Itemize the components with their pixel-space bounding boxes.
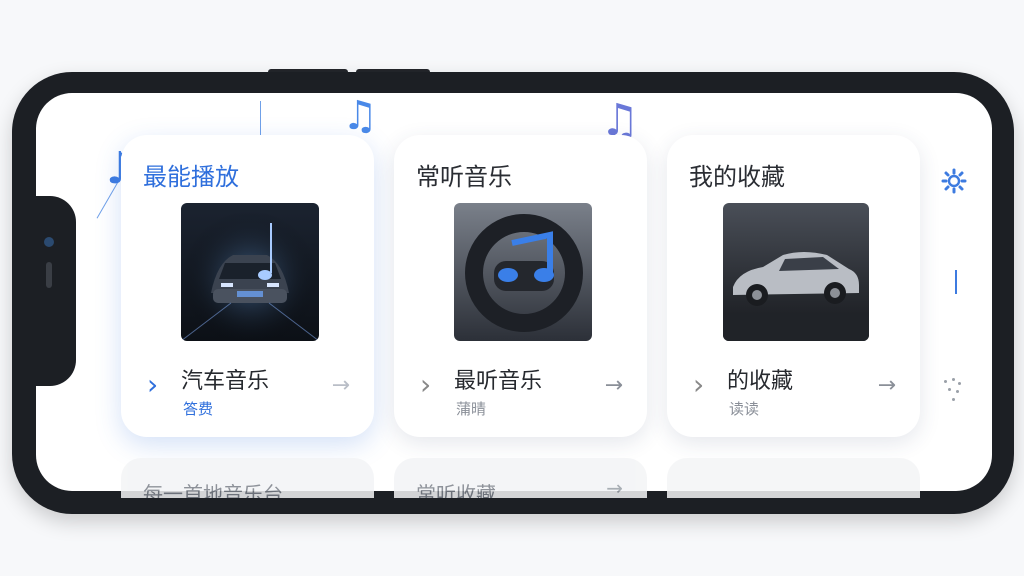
arrow-right-icon[interactable]: → bbox=[605, 375, 623, 397]
card-partial[interactable]: 常听收藏 → bbox=[394, 458, 647, 498]
chevron-right-icon[interactable]: › bbox=[420, 371, 431, 399]
music-note-icon: ♫ bbox=[342, 93, 378, 139]
decorative-line bbox=[260, 101, 261, 137]
arrow-right-icon[interactable]: → bbox=[878, 375, 896, 397]
camera-notch bbox=[26, 196, 76, 386]
chevron-right-icon[interactable]: › bbox=[693, 371, 704, 399]
card-title: 常听收藏 bbox=[416, 482, 496, 498]
album-cover[interactable] bbox=[181, 203, 319, 341]
card-recent-play[interactable]: 最能播放 › 汽车音乐 答费 → bbox=[121, 135, 374, 437]
card-title: 我的收藏 bbox=[689, 163, 785, 191]
item-subtitle: 读读 bbox=[729, 400, 760, 418]
item-label: 汽车音乐 bbox=[181, 369, 270, 394]
arrow-right-icon[interactable]: → bbox=[332, 375, 350, 397]
card-my-favorites[interactable]: 我的收藏 › 的收藏 读读 → bbox=[667, 135, 920, 437]
item-label: 的收藏 bbox=[727, 369, 794, 394]
sedan-cover-image bbox=[723, 203, 869, 341]
item-subtitle: 蒲晴 bbox=[456, 400, 487, 418]
album-cover[interactable] bbox=[454, 203, 592, 341]
menu-dots-icon[interactable] bbox=[944, 376, 964, 402]
car-cover-image bbox=[181, 203, 319, 341]
arrow-right-icon[interactable]: → bbox=[606, 476, 623, 498]
card-title: 最能播放 bbox=[143, 163, 239, 191]
card-partial[interactable] bbox=[667, 458, 920, 498]
gear-icon[interactable] bbox=[941, 168, 967, 194]
item-subtitle: 答费 bbox=[183, 400, 214, 418]
card-frequent-music[interactable]: 常听音乐 › 最听音乐 蒲晴 → bbox=[394, 135, 647, 437]
chevron-right-icon[interactable]: › bbox=[147, 371, 158, 399]
album-cover[interactable] bbox=[723, 203, 869, 341]
steering-wheel-cover-image bbox=[454, 203, 592, 341]
card-title: 每一首地音乐台 bbox=[143, 482, 283, 498]
camera-icon bbox=[44, 237, 54, 247]
card-title: 常听音乐 bbox=[416, 163, 512, 191]
item-label: 最听音乐 bbox=[454, 369, 543, 394]
scroll-indicator[interactable] bbox=[955, 270, 957, 294]
speaker-grille bbox=[46, 262, 52, 288]
card-partial[interactable]: 每一首地音乐台 bbox=[121, 458, 374, 498]
